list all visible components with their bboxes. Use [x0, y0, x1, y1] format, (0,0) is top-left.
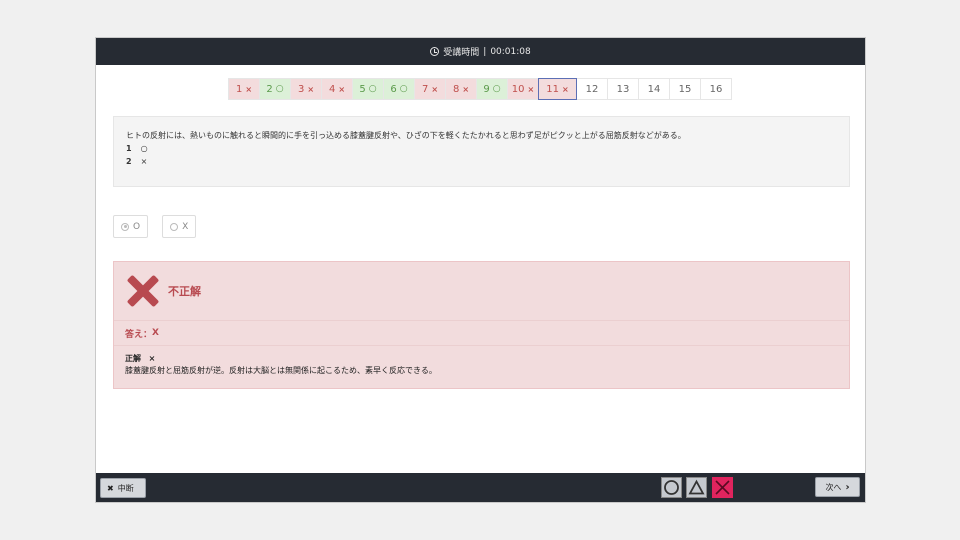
question-nav-item-3[interactable]: 3 × — [290, 78, 322, 100]
question-nav-number: 8 — [452, 83, 460, 95]
question-nav-number: 2 — [266, 83, 273, 95]
question-nav-item-6[interactable]: 6 ○ — [383, 78, 415, 100]
footer-bar: ✖ 中断 次へ › — [96, 473, 865, 502]
wrong-mark-icon: × — [462, 84, 470, 94]
question-nav-item-16[interactable]: 16 — [700, 78, 732, 100]
incorrect-x-icon — [126, 274, 160, 308]
wrong-mark-icon: × — [562, 84, 569, 94]
question-nav-item-9[interactable]: 9 ○ — [476, 78, 508, 100]
question-nav-number: 13 — [616, 83, 630, 95]
question-nav-item-8[interactable]: 8 × — [445, 78, 477, 100]
question-box: ヒトの反射には、熱いものに触れると瞬間的に手を引っ込める膝蓋腱反射や、ひざの下を… — [113, 116, 850, 187]
elapsed-time-label: 受講時間 — [443, 48, 480, 58]
question-nav-number: 15 — [678, 83, 692, 95]
question-nav-number: 7 — [421, 83, 429, 95]
elapsed-time-value: 00:01:08 — [490, 46, 531, 57]
header-bar: 受講時間 | 00:01:08 — [96, 38, 865, 65]
suspend-button[interactable]: ✖ 中断 — [100, 478, 146, 498]
clock-icon — [430, 47, 440, 56]
answer-choice-label: X — [182, 221, 189, 232]
next-label: 次へ — [825, 482, 842, 492]
question-nav-number: 6 — [390, 83, 397, 95]
question-nav-number: 10 — [511, 83, 525, 95]
question-nav-item-15[interactable]: 15 — [669, 78, 701, 100]
question-option-2: 2 × — [126, 157, 148, 166]
result-status: 不正解 — [168, 285, 201, 298]
close-icon: ✖ — [107, 483, 114, 493]
wrong-mark-icon: × — [245, 84, 253, 94]
result-header: 不正解 — [114, 262, 849, 321]
exam-window: 受講時間 | 00:01:08 1 × 2 ○ 3 × 4 × 5 ○ 6 ○ 7 × 8 × 9 ○ 10 × 11 ×… — [95, 37, 866, 503]
question-nav-item-12[interactable]: 12 — [576, 78, 608, 100]
question-nav-number: 1 — [235, 83, 243, 95]
question-nav-item-10[interactable]: 10 × — [507, 78, 539, 100]
question-nav-item-14[interactable]: 14 — [638, 78, 670, 100]
wrong-mark-icon: × — [338, 84, 346, 94]
question-nav-number: 16 — [709, 83, 723, 95]
correct-mark-icon: ○ — [275, 84, 284, 94]
question-nav-number: 14 — [647, 83, 661, 95]
question-nav-item-2[interactable]: 2 ○ — [259, 78, 291, 100]
answer-choices: O X — [113, 215, 197, 238]
mark-triangle-button[interactable] — [686, 477, 707, 498]
explanation-title: 正解 — [125, 354, 141, 363]
question-nav-item-7[interactable]: 7 × — [414, 78, 446, 100]
question-nav-number: 5 — [359, 83, 366, 95]
answer-choice-label: O — [133, 221, 141, 232]
chevron-right-icon: › — [845, 481, 850, 493]
explanation-mark: × — [148, 354, 156, 363]
question-nav-number: 4 — [328, 83, 336, 95]
explanation: 正解 × 膝蓋腱反射と屈筋反射が逆。反射は大脳とは無関係に起こるため、素早く反応… — [114, 346, 849, 384]
question-nav-number: 12 — [585, 83, 599, 95]
answer-choice-o[interactable]: O — [113, 215, 149, 238]
question-nav-item-13[interactable]: 13 — [607, 78, 639, 100]
header-separator: | — [483, 46, 487, 57]
mark-cross-button[interactable] — [712, 477, 733, 498]
explanation-text: 膝蓋腱反射と屈筋反射が逆。反射は大脳とは無関係に起こるため、素早く反応できる。 — [125, 366, 437, 375]
question-text: ヒトの反射には、熱いものに触れると瞬間的に手を引っ込める膝蓋腱反射や、ひざの下を… — [126, 131, 686, 140]
wrong-mark-icon: × — [431, 84, 439, 94]
result-panel: 不正解 答え： X 正解 × 膝蓋腱反射と屈筋反射が逆。反射は大脳とは無関係に起… — [113, 261, 850, 389]
answer-choice-x[interactable]: X — [162, 215, 197, 238]
question-nav-number: 9 — [483, 83, 490, 95]
next-button[interactable]: 次へ › — [815, 477, 860, 497]
question-nav-item-1[interactable]: 1 × — [228, 78, 260, 100]
correct-mark-icon: ○ — [368, 84, 377, 94]
correct-answer-line: 答え： X — [114, 321, 849, 346]
circle-icon — [664, 480, 679, 495]
wrong-mark-icon: × — [527, 84, 535, 94]
mark-circle-button[interactable] — [661, 477, 682, 498]
wrong-mark-icon: × — [307, 84, 315, 94]
suspend-label: 中断 — [117, 483, 134, 493]
question-nav-number: 3 — [297, 83, 305, 95]
cross-icon — [715, 480, 730, 495]
triangle-icon — [688, 479, 705, 495]
radio-selected-icon — [121, 222, 129, 231]
question-nav-item-5[interactable]: 5 ○ — [352, 78, 384, 100]
correct-mark-icon: ○ — [399, 84, 408, 94]
radio-icon — [170, 222, 179, 231]
question-nav-item-4[interactable]: 4 × — [321, 78, 353, 100]
answer-value: X — [152, 328, 159, 338]
question-option-1: 1 ○ — [126, 144, 148, 153]
question-nav-item-11[interactable]: 11 × — [538, 78, 577, 100]
correct-mark-icon: ○ — [492, 84, 501, 94]
question-nav-number: 11 — [546, 83, 560, 95]
answer-label: 答え： — [125, 329, 153, 340]
question-navigator: 1 × 2 ○ 3 × 4 × 5 ○ 6 ○ 7 × 8 × 9 ○ 10 × 11 × 12 13 14 15 16 — [228, 78, 732, 100]
